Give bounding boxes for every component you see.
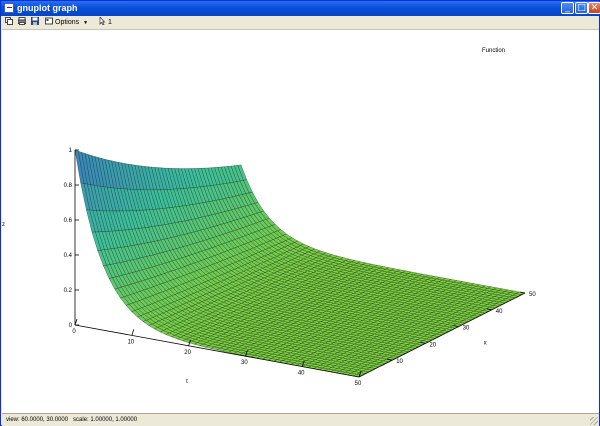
copy-button[interactable]: [5, 17, 15, 28]
x-tick-label: 30: [463, 326, 470, 332]
x-tick-label: 20: [429, 342, 436, 348]
print-icon: [18, 17, 26, 25]
axis-label-t: t: [186, 379, 188, 385]
save-icon: [31, 17, 39, 25]
t-tick-label: 30: [241, 360, 248, 366]
chevron-down-icon: ▼: [83, 20, 89, 26]
copy-icon: [5, 17, 13, 25]
mouse-mode-label: 1: [108, 19, 112, 26]
t-tick-label: 40: [298, 371, 305, 377]
z-tick-label: 0.8: [64, 183, 73, 189]
save-button[interactable]: [31, 17, 41, 28]
x-tick-label: 40: [496, 309, 503, 315]
t-tick-label: 10: [127, 339, 134, 345]
axis-label-z: z: [2, 222, 5, 228]
x-tick-label: 10: [396, 359, 403, 365]
status-text: view: 60.0000, 30.0000 scale: 1.00000, 1…: [6, 417, 138, 423]
surface-plot: 01020304050102030405000.20.40.60.81txzFu…: [2, 48, 536, 387]
surface-mesh: [74, 149, 526, 378]
mouse-mode-button[interactable]: 1: [98, 17, 112, 28]
options-label: Options: [55, 19, 80, 26]
t-tick-label: 0: [72, 329, 76, 335]
mouse-icon: [99, 17, 106, 25]
status-bar: view: 60.0000, 30.0000 scale: 1.00000, 1…: [2, 413, 599, 426]
z-tick-label: 0.2: [64, 288, 73, 294]
z-tick-label: 1: [69, 148, 73, 154]
gnuplot-window: gnuplot graph _ □ ✕ Options ▼ 1 0 10 20 30 4…: [0, 0, 600, 426]
options-menu[interactable]: Options ▼: [45, 17, 88, 28]
window-title: gnuplot graph: [17, 3, 78, 13]
print-button[interactable]: [18, 17, 28, 28]
title-bar[interactable]: gnuplot graph _ □ ✕: [1, 1, 600, 16]
z-tick-label: 0.4: [64, 253, 73, 259]
z-tick-label: 0.6: [64, 218, 73, 224]
gnuplot-app-icon: [4, 3, 14, 13]
maximize-button[interactable]: □: [575, 2, 588, 14]
x-tick-label: 50: [529, 292, 536, 298]
axis-label-x: x: [484, 341, 487, 347]
t-tick: [131, 329, 135, 336]
resize-grip[interactable]: [590, 417, 598, 425]
plot-canvas[interactable]: 0 10 20 30 40 50 10 20 30 40 50 0 0.2 0.4 0.6 0.8 1 t x z Fu…: [2, 30, 599, 413]
close-button[interactable]: ✕: [588, 2, 600, 14]
t-tick-label: 20: [184, 350, 191, 356]
toolbar: Options ▼ 1: [2, 16, 599, 30]
options-icon: [45, 17, 53, 25]
t-tick-label: 50: [355, 381, 362, 387]
key-label: Function: [482, 48, 505, 54]
minimize-button[interactable]: _: [561, 2, 574, 14]
